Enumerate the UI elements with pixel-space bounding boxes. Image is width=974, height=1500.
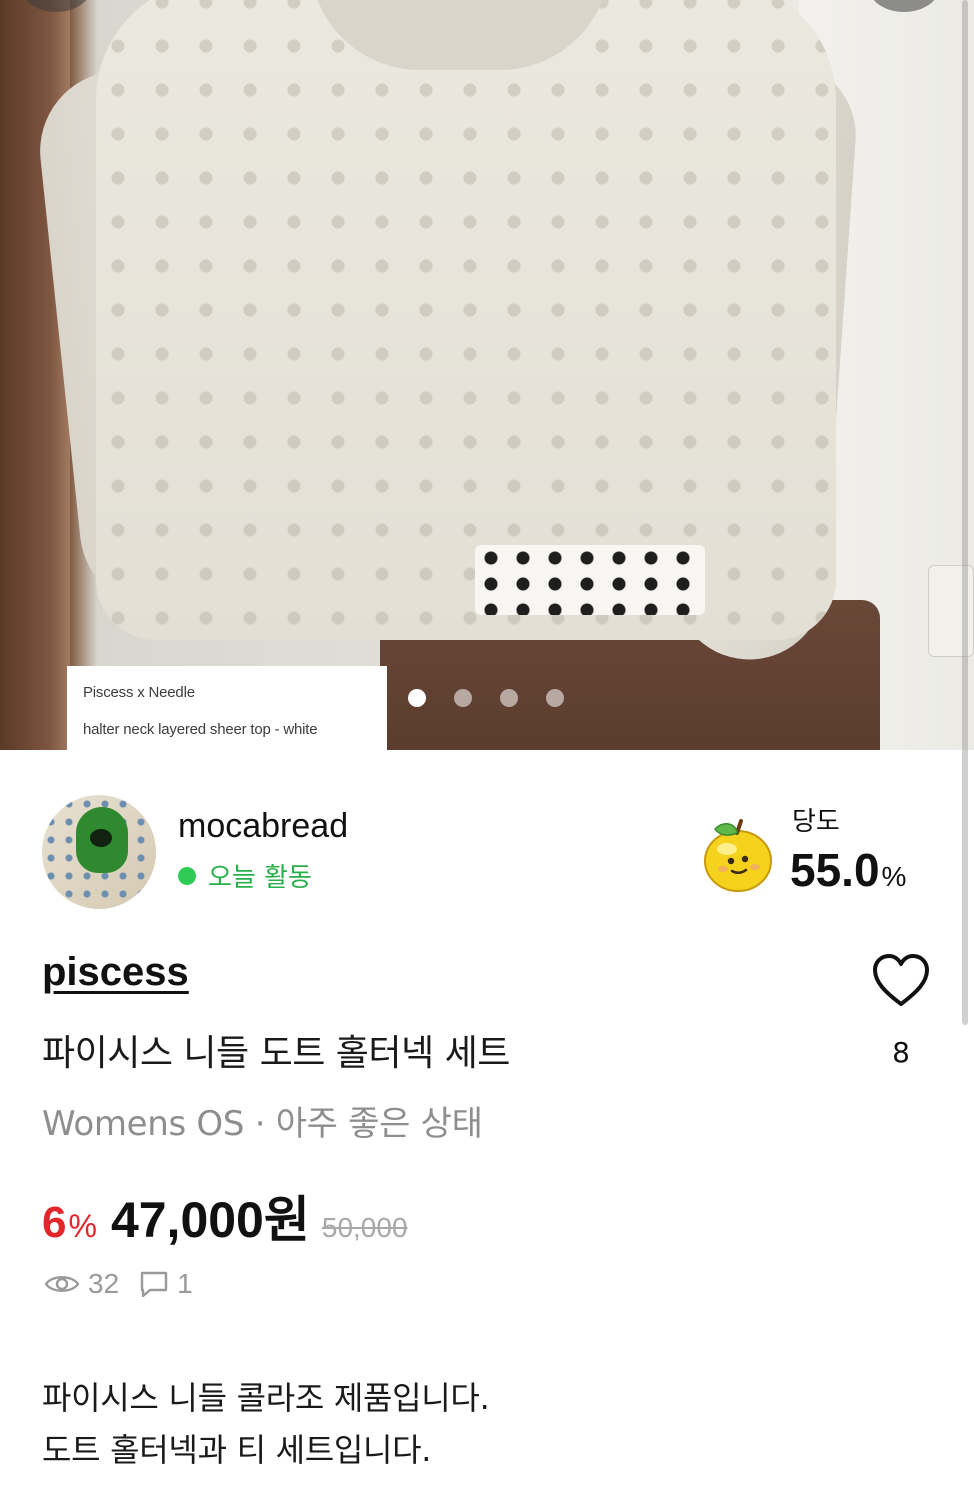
sweetness-rating[interactable]: 당도 55.0%: [697, 801, 942, 901]
sweetness-number: 55.0: [790, 844, 880, 896]
carousel-pager: [408, 689, 564, 707]
pager-dot[interactable]: [408, 689, 426, 707]
like-count: 8: [892, 1036, 910, 1069]
stats-row: 32 1: [44, 1268, 213, 1300]
eye-icon: [44, 1272, 80, 1296]
description-line-2: 도트 홀터넥과 티 세트입니다.: [42, 1431, 432, 1469]
photo-top-garment: [96, 0, 836, 640]
view-count: 32: [88, 1268, 120, 1299]
sweetness-unit: %: [881, 861, 907, 892]
avatar-plush: [76, 807, 128, 873]
activity-text: 오늘 활동: [208, 863, 312, 893]
photo-caption: Piscess x Needle halter neck layered she…: [67, 666, 387, 750]
like-button[interactable]: 8: [870, 952, 932, 1072]
comment-count: 1: [177, 1268, 193, 1299]
pager-dot[interactable]: [546, 689, 564, 707]
seller-name[interactable]: mocabread: [178, 807, 348, 846]
product-title: 파이시스 니들 도트 홀터넥 세트: [42, 1033, 510, 1074]
apple-icon: [704, 819, 772, 892]
online-dot-icon: [178, 866, 196, 885]
description-line-1: 파이시스 니들 콜라조 제품입니다.: [42, 1379, 490, 1417]
photo-dot-halter: [475, 545, 705, 615]
caption-line-2: halter neck layered sheer top - white: [83, 721, 318, 738]
caption-line-1: Piscess x Needle: [83, 684, 195, 701]
discount-unit: %: [68, 1208, 97, 1244]
pager-dot[interactable]: [454, 689, 472, 707]
sale-price: 47,000원: [110, 1192, 310, 1248]
sweetness-label: 당도: [792, 807, 840, 837]
heart-icon: [873, 954, 929, 1006]
product-description: 파이시스 니들 콜라조 제품입니다. 도트 홀터넥과 티 세트입니다.: [42, 1372, 490, 1476]
brand-link[interactable]: piscess: [42, 950, 189, 995]
sweetness-value: 55.0%: [790, 843, 906, 897]
scrollbar[interactable]: [962, 0, 968, 1025]
discount-rate: 6%: [42, 1198, 97, 1248]
product-meta: Womens OS · 아주 좋은 상태: [42, 1104, 483, 1144]
pager-dot[interactable]: [500, 689, 518, 707]
seller-row[interactable]: mocabread 오늘 활동 당도 55.0%: [42, 795, 942, 909]
price-row: 6% 47,000원 50,000: [42, 1180, 408, 1252]
avatar[interactable]: [42, 795, 156, 909]
activity-status: 오늘 활동: [178, 857, 312, 894]
comment-icon: [139, 1270, 169, 1298]
original-price: 50,000: [321, 1212, 408, 1243]
product-photo-carousel[interactable]: Piscess x Needle halter neck layered she…: [0, 0, 974, 750]
discount-number: 6: [42, 1198, 67, 1247]
